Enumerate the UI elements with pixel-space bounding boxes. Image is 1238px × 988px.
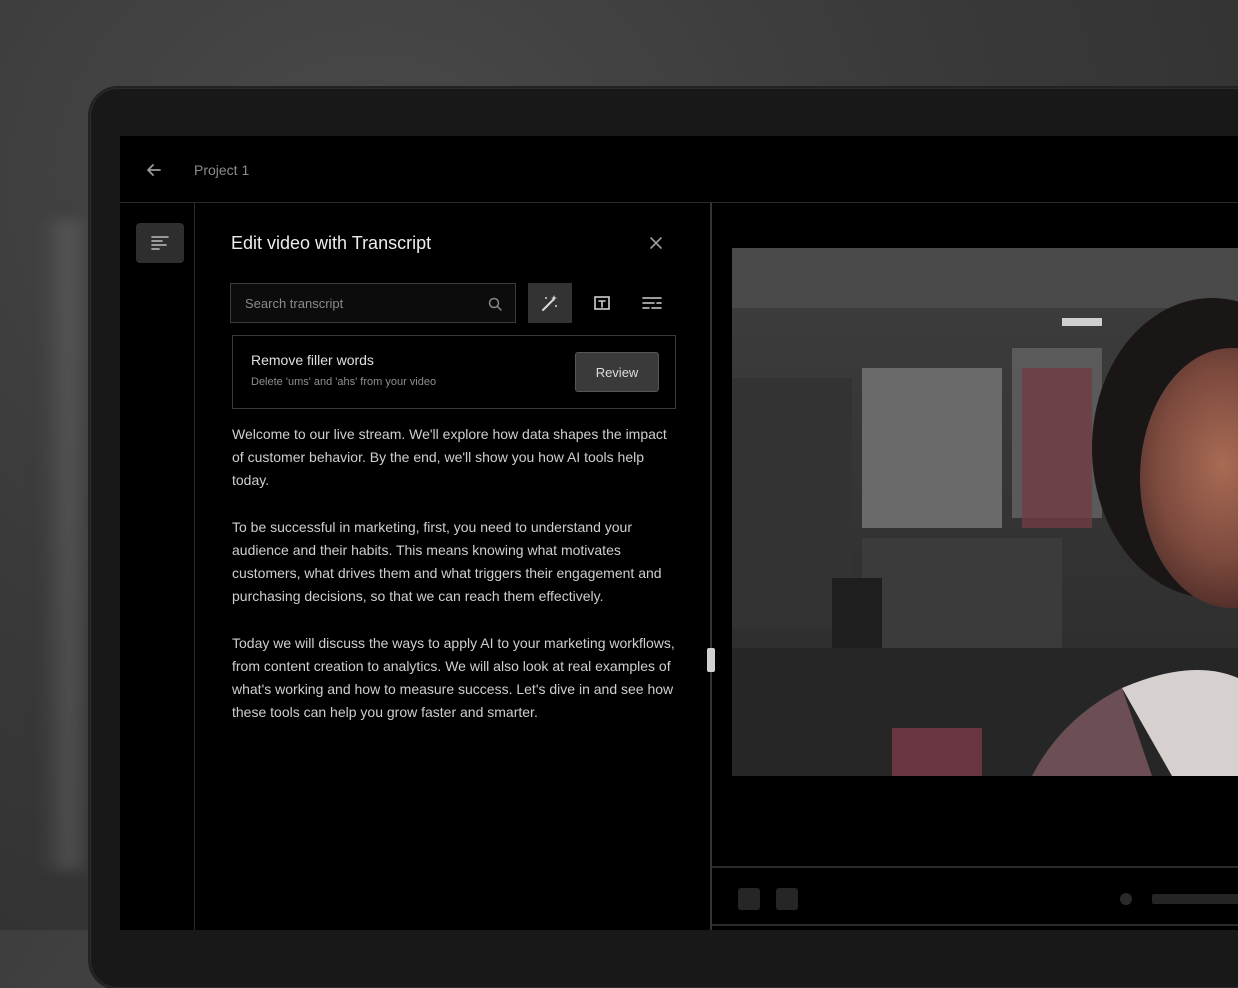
playback-controls xyxy=(712,868,1238,928)
project-title[interactable]: Project 1 xyxy=(194,162,249,178)
back-arrow-icon[interactable] xyxy=(144,160,164,180)
close-icon[interactable] xyxy=(648,235,664,251)
background-glow xyxy=(40,220,90,870)
resize-handle[interactable] xyxy=(707,648,715,672)
panel-divider xyxy=(710,203,712,930)
panel-title: Edit video with Transcript xyxy=(231,233,432,253)
transcript-panel-button[interactable] xyxy=(136,223,184,263)
review-button[interactable]: Review xyxy=(575,352,659,392)
captions-button[interactable] xyxy=(630,283,674,323)
magic-wand-icon xyxy=(542,295,557,311)
banner-title: Remove filler words xyxy=(251,352,374,368)
banner-description: Delete 'ums' and 'ahs' from your video xyxy=(251,376,437,388)
timeline-scrubber[interactable] xyxy=(1152,894,1238,904)
transcript-text[interactable]: Welcome to our live stream. We'll explor… xyxy=(232,423,680,748)
side-rail xyxy=(120,203,195,930)
text-format-button[interactable] xyxy=(580,283,624,323)
transcript-paragraph[interactable]: Today we will discuss the ways to apply … xyxy=(232,632,680,724)
transcript-panel: Edit video with Transcript Search transc… xyxy=(200,203,708,930)
magic-edit-button[interactable] xyxy=(528,283,572,323)
video-frame-image xyxy=(732,248,1238,776)
bottom-rule xyxy=(712,924,1238,926)
transcript-paragraph[interactable]: To be successful in marketing, first, yo… xyxy=(232,516,680,608)
search-placeholder: Search transcript xyxy=(245,296,344,311)
top-bar: Project 1 xyxy=(120,136,1238,203)
text-align-icon xyxy=(594,296,610,310)
play-button[interactable] xyxy=(738,888,760,910)
app-window: Project 1 Edit video with Transcript Sea… xyxy=(120,136,1238,930)
captions-icon xyxy=(642,297,662,309)
transcript-paragraph[interactable]: Welcome to our live stream. We'll explor… xyxy=(232,423,680,492)
search-icon xyxy=(488,297,502,311)
search-input[interactable]: Search transcript xyxy=(230,283,516,323)
volume-icon[interactable] xyxy=(1120,893,1132,905)
skip-button[interactable] xyxy=(776,888,798,910)
filler-words-banner: Remove filler words Delete 'ums' and 'ah… xyxy=(232,335,676,409)
list-filter-icon xyxy=(151,236,169,250)
video-preview[interactable] xyxy=(732,248,1238,776)
